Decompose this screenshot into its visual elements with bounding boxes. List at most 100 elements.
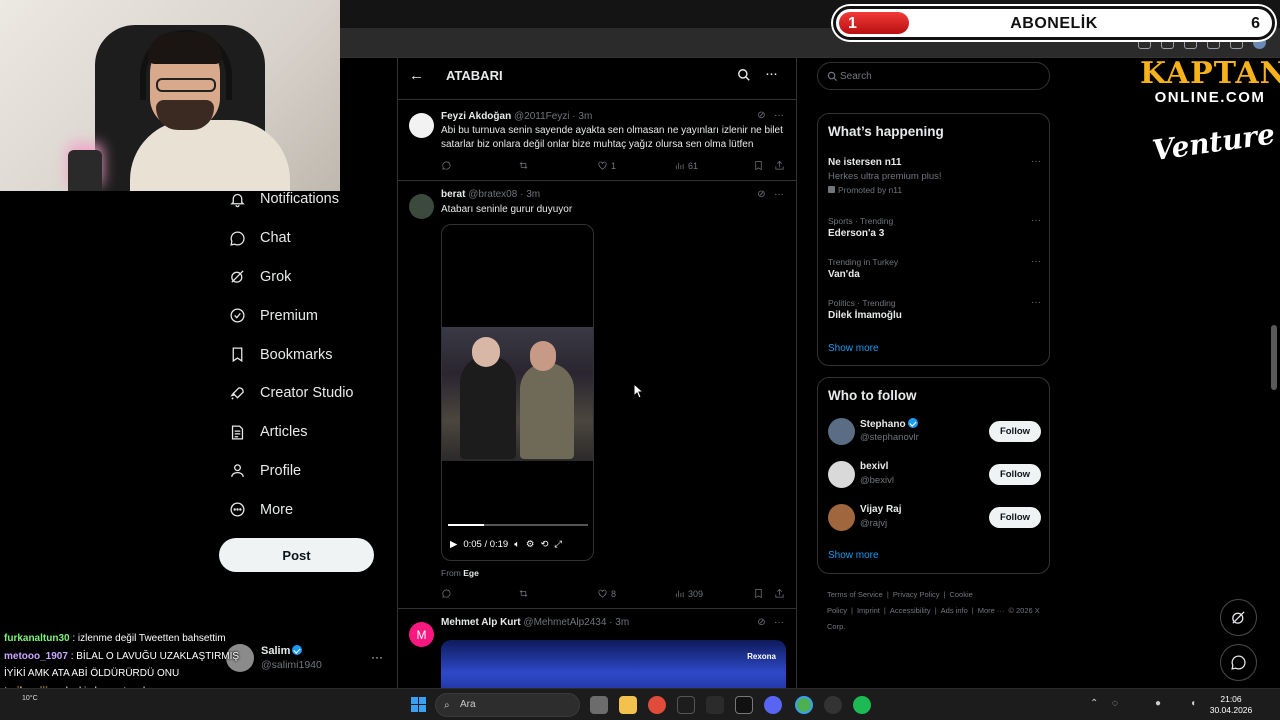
volume-icon[interactable]: ◖ (1190, 698, 1196, 709)
file-explorer-icon[interactable] (619, 696, 637, 714)
tweet-image[interactable]: Rexona (441, 640, 786, 688)
views-button[interactable]: 309 (674, 588, 703, 599)
retweet-icon[interactable] (518, 588, 532, 599)
more-icon[interactable]: ··· (1031, 256, 1041, 267)
chrome-icon[interactable] (648, 696, 666, 714)
more-icon[interactable]: ··· (774, 189, 784, 200)
video-progress-fill (448, 524, 485, 526)
nav-item-premium[interactable]: Premium (218, 296, 388, 335)
nav-item-profile[interactable]: Profile (218, 452, 388, 491)
show-more-link[interactable]: Show more (828, 550, 879, 561)
task-view-icon[interactable] (590, 696, 608, 714)
tweet-video[interactable]: ▶ 0:05 / 0:19 🔈︎ ⚙︎ ⟲ ⤢ (441, 224, 594, 561)
chat-fab[interactable] (1220, 644, 1257, 681)
nav-item-bookmarks[interactable]: Bookmarks (218, 335, 388, 374)
reply-icon[interactable] (441, 588, 455, 599)
chat-icon (1231, 655, 1246, 670)
share-icon[interactable] (774, 588, 788, 599)
trend-item[interactable]: Trending in Turkey Van'da ··· (828, 256, 1041, 282)
search-icon[interactable] (737, 68, 751, 82)
app-icon[interactable] (824, 696, 842, 714)
account-more-icon[interactable]: ··· (371, 650, 383, 664)
follow-button[interactable]: Follow (989, 464, 1041, 485)
more-circle-icon (228, 501, 246, 519)
footer-link[interactable]: Terms of Service (827, 590, 883, 599)
discord-icon[interactable] (764, 696, 782, 714)
search-input[interactable] (840, 68, 1040, 84)
video-controls: ▶ 0:05 / 0:19 🔈︎ ⚙︎ ⟲ ⤢ (450, 539, 590, 550)
avatar (409, 113, 434, 138)
more-icon[interactable]: ··· (774, 617, 784, 628)
more-icon[interactable]: ··· (1031, 156, 1041, 167)
grok-icon[interactable]: ⊘ (757, 617, 765, 628)
footer-separator: | (934, 606, 937, 615)
app-icon[interactable] (677, 696, 695, 714)
chat-icon (228, 229, 246, 247)
tweet[interactable]: Feyzi Akdoğan @2011Feyzi · 3m ⊘ ··· Abi … (398, 101, 796, 181)
footer-link[interactable]: Accessibility (890, 606, 931, 615)
avatar (828, 461, 855, 488)
bookmark-icon[interactable] (753, 160, 767, 171)
nav-item-articles[interactable]: Articles (218, 413, 388, 452)
page-scrollbar[interactable] (1271, 325, 1277, 390)
app-icon[interactable] (735, 696, 753, 714)
app-icon[interactable] (706, 696, 724, 714)
follow-suggestion[interactable]: bexivl @bexivl Follow (828, 460, 1041, 490)
weather-widget[interactable]: 10°C (22, 695, 38, 702)
account-name: Salim (261, 645, 291, 657)
nav-item-chat[interactable]: Chat (218, 219, 388, 258)
nav-item-more[interactable]: More (218, 490, 388, 529)
post-button[interactable]: Post (219, 538, 374, 572)
search-icon: ⌕ (444, 700, 450, 711)
trend-item[interactable]: Politics · Trending Dilek İmamoğlu ··· (828, 297, 1041, 323)
footer-link[interactable]: Privacy Policy (893, 590, 940, 599)
nav-item-grok[interactable]: Grok (218, 258, 388, 297)
like-button[interactable]: 8 (597, 588, 616, 599)
tray-chevron-icon[interactable]: ⌃ (1090, 698, 1098, 709)
footer-separator: | (886, 590, 889, 599)
retweet-icon[interactable] (518, 160, 532, 171)
who-to-follow-card: Who to follow Stephano @stephanovlr Foll… (817, 377, 1050, 574)
share-icon[interactable] (774, 160, 788, 171)
footer-link[interactable]: More ··· (978, 606, 1005, 615)
more-icon[interactable]: ··· (1031, 215, 1041, 226)
footer-link[interactable]: Imprint (857, 606, 880, 615)
chat-text: İYİKİ AMK ATA ABİ ÖLDÜRÜRDÜ ONU (4, 668, 180, 679)
taskbar-clock[interactable]: 21:06 30.04.2026 (1208, 694, 1254, 716)
fullscreen-icon[interactable]: ⤢ (554, 539, 562, 550)
volume-icon[interactable]: 🔈︎ (514, 539, 520, 550)
trend-item[interactable]: Ne istersen n11 Herkes ultra premium plu… (828, 156, 1041, 196)
grok-icon[interactable]: ⊘ (757, 189, 765, 200)
grok-icon[interactable]: ⊘ (757, 110, 765, 121)
windows-start-icon[interactable] (411, 697, 426, 712)
follow-suggestion[interactable]: Vijay Raj @rajvj Follow (828, 503, 1041, 533)
video-source-name[interactable]: Ege (463, 568, 479, 578)
back-arrow-icon[interactable]: ← (409, 67, 424, 84)
settings-icon[interactable]: ⚙︎ (526, 539, 535, 550)
grok-fab[interactable] (1220, 599, 1257, 636)
follow-suggestion[interactable]: Stephano @stephanovlr Follow (828, 417, 1041, 447)
trend-item[interactable]: Sports · Trending Ederson'a 3 ··· (828, 215, 1041, 241)
nav-item-notifications[interactable]: Notifications (218, 180, 388, 219)
search-box[interactable] (817, 62, 1050, 90)
follow-button[interactable]: Follow (989, 421, 1041, 442)
network-icon[interactable]: ◌ (1112, 698, 1118, 709)
play-icon[interactable]: ▶ (450, 539, 457, 550)
show-more-link[interactable]: Show more (828, 343, 879, 354)
chrome-active-icon[interactable] (795, 696, 813, 714)
follow-button[interactable]: Follow (989, 507, 1041, 528)
views-button[interactable]: 61 (674, 160, 698, 171)
loop-icon[interactable]: ⟲ (540, 539, 548, 550)
like-button[interactable]: 1 (597, 160, 616, 171)
bookmark-icon[interactable] (753, 588, 767, 599)
reply-icon[interactable] (441, 160, 455, 171)
mic-icon[interactable]: ● (1155, 698, 1161, 709)
nav-item-creator-studio[interactable]: Creator Studio (218, 374, 388, 413)
more-icon[interactable]: ··· (1031, 297, 1041, 308)
more-icon[interactable]: ··· (765, 65, 778, 82)
taskbar-search[interactable]: ⌕ Ara (435, 693, 580, 717)
spotify-icon[interactable] (853, 696, 871, 714)
video-progress-bar[interactable] (448, 524, 588, 526)
more-icon[interactable]: ··· (774, 110, 784, 121)
footer-link[interactable]: Ads info (941, 606, 968, 615)
